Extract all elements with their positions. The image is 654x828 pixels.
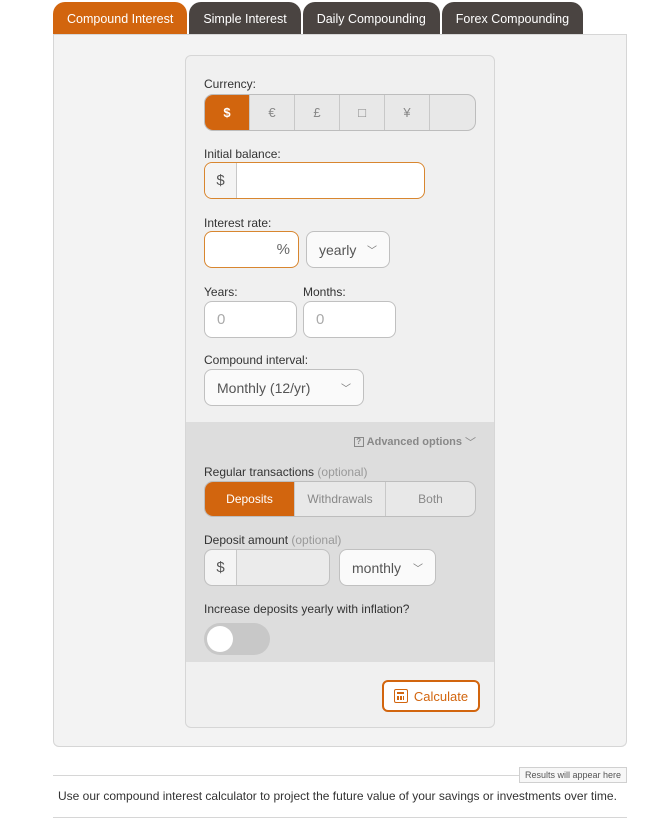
initial-balance-label: Initial balance: bbox=[204, 147, 281, 161]
transaction-option-both[interactable]: Both bbox=[386, 482, 475, 516]
calculate-label: Calculate bbox=[413, 688, 469, 704]
months-label: Months: bbox=[303, 285, 346, 299]
chevron-down-icon: ﹀ bbox=[413, 564, 423, 575]
initial-balance-field: $ bbox=[204, 162, 425, 199]
currency-option-other[interactable]: □ bbox=[340, 95, 385, 130]
years-input[interactable] bbox=[205, 302, 296, 337]
chevron-down-icon: ﹀ bbox=[367, 246, 377, 257]
deposit-amount-field: $ bbox=[204, 549, 330, 586]
calculate-button[interactable]: Calculate bbox=[382, 680, 480, 712]
chevron-down-icon: ﹀ bbox=[465, 437, 476, 449]
years-field bbox=[204, 301, 297, 338]
deposit-amount-currency-prefix: $ bbox=[205, 550, 237, 585]
currency-option-dollar[interactable]: $ bbox=[205, 95, 250, 130]
interest-rate-field: % bbox=[204, 231, 299, 268]
calculator-form: Currency: $ € £ □ ¥ Initial balance: $ I… bbox=[185, 55, 495, 728]
currency-option-custom[interactable] bbox=[430, 95, 475, 130]
percent-suffix: % bbox=[276, 241, 290, 258]
transaction-type-selector: Deposits Withdrawals Both bbox=[204, 481, 476, 517]
calculator-icon bbox=[393, 689, 408, 703]
deposit-amount-input[interactable] bbox=[237, 550, 329, 585]
initial-balance-currency-prefix: $ bbox=[205, 163, 237, 198]
bottom-divider bbox=[53, 817, 627, 818]
regular-transactions-optional: (optional) bbox=[317, 465, 368, 479]
calculator-tabs: Compound Interest Simple Interest Daily … bbox=[53, 2, 584, 35]
tab-compound-interest[interactable]: Compound Interest bbox=[53, 2, 188, 35]
calculator-description: Use our compound interest calculator to … bbox=[58, 789, 617, 803]
results-placeholder-tag: Results will appear here bbox=[518, 767, 627, 783]
advanced-options-toggle[interactable]: ? Advanced options ﹀ bbox=[353, 434, 476, 450]
deposit-amount-optional: (optional) bbox=[291, 533, 342, 547]
months-input[interactable] bbox=[304, 302, 395, 337]
regular-transactions-label-text: Regular transactions bbox=[204, 465, 315, 479]
deposit-frequency-select[interactable]: monthly ﹀ bbox=[339, 549, 436, 586]
inflation-label: Increase deposits yearly with inflation? bbox=[204, 602, 410, 616]
currency-option-yen[interactable]: ¥ bbox=[385, 95, 430, 130]
compound-interval-value: Monthly (12/yr) bbox=[217, 379, 311, 396]
tab-forex-compounding[interactable]: Forex Compounding bbox=[441, 2, 584, 35]
panel-top-border bbox=[53, 34, 627, 35]
deposit-amount-label-text: Deposit amount bbox=[204, 533, 289, 547]
transaction-option-withdrawals[interactable]: Withdrawals bbox=[295, 482, 386, 516]
months-field bbox=[303, 301, 396, 338]
currency-option-euro[interactable]: € bbox=[250, 95, 295, 130]
currency-label: Currency: bbox=[204, 77, 257, 91]
deposit-amount-label: Deposit amount (optional) bbox=[204, 533, 341, 547]
compound-interval-label: Compound interval: bbox=[204, 353, 309, 367]
chevron-down-icon: ﹀ bbox=[341, 384, 351, 395]
interest-rate-input[interactable] bbox=[205, 232, 277, 267]
tab-daily-compounding[interactable]: Daily Compounding bbox=[302, 2, 440, 35]
currency-selector: $ € £ □ ¥ bbox=[204, 94, 476, 131]
advanced-options-label: Advanced options bbox=[366, 436, 462, 448]
toggle-knob bbox=[207, 626, 233, 652]
help-icon: ? bbox=[353, 437, 364, 447]
interest-rate-period-value: yearly bbox=[319, 241, 357, 258]
compound-interval-select[interactable]: Monthly (12/yr) ﹀ bbox=[204, 369, 364, 406]
tab-simple-interest[interactable]: Simple Interest bbox=[189, 2, 301, 35]
deposit-frequency-value: monthly bbox=[352, 559, 402, 576]
currency-option-pound[interactable]: £ bbox=[295, 95, 340, 130]
initial-balance-input[interactable] bbox=[237, 163, 424, 198]
interest-rate-label: Interest rate: bbox=[204, 216, 272, 230]
interest-rate-period-select[interactable]: yearly ﹀ bbox=[306, 231, 390, 268]
transaction-option-deposits[interactable]: Deposits bbox=[205, 482, 295, 516]
regular-transactions-label: Regular transactions (optional) bbox=[204, 465, 367, 479]
years-label: Years: bbox=[204, 285, 238, 299]
inflation-toggle[interactable] bbox=[204, 623, 270, 655]
